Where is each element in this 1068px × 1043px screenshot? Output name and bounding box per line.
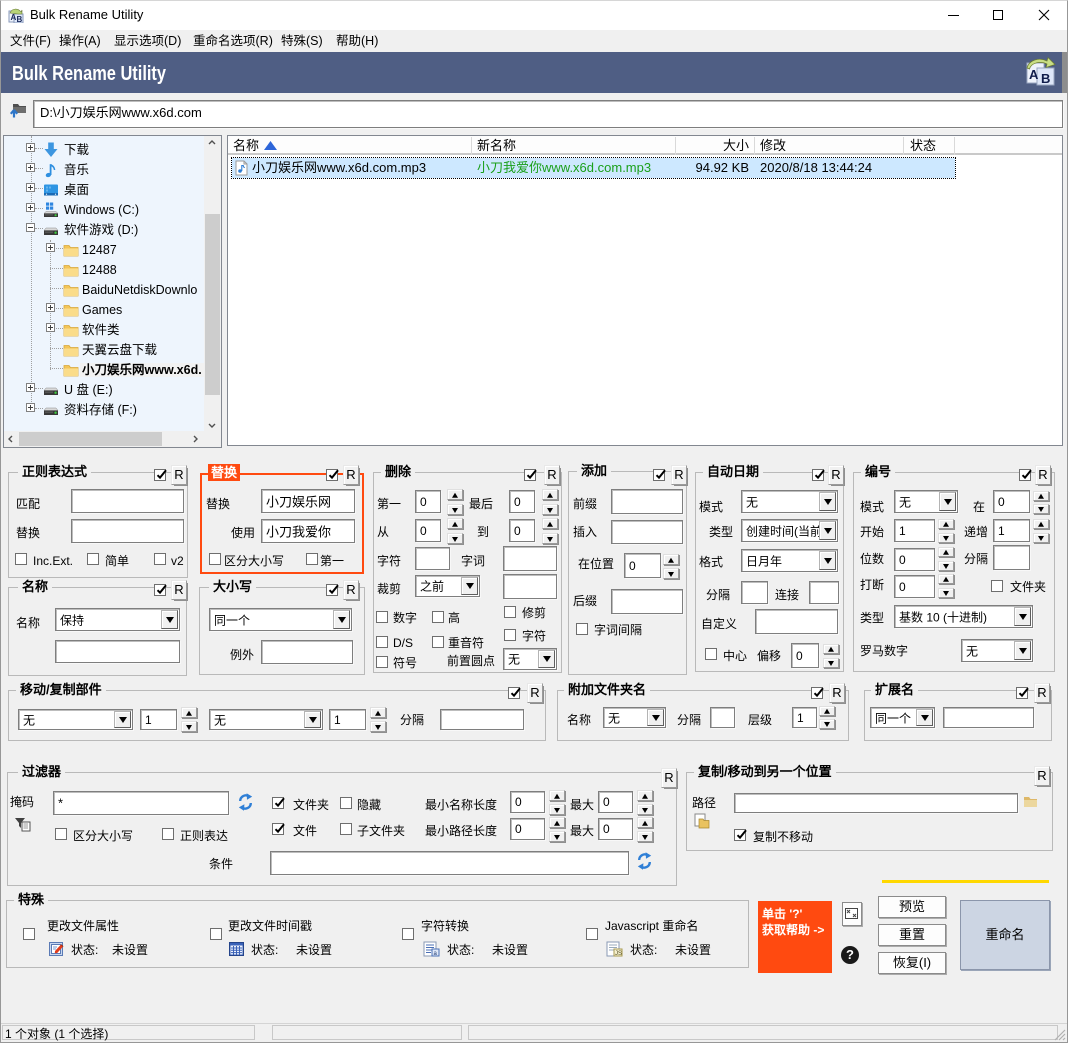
svg-text:A: A <box>1029 67 1039 82</box>
svg-text:B: B <box>1041 71 1050 86</box>
svg-text:JS: JS <box>615 951 622 957</box>
svg-text:B: B <box>17 15 23 23</box>
